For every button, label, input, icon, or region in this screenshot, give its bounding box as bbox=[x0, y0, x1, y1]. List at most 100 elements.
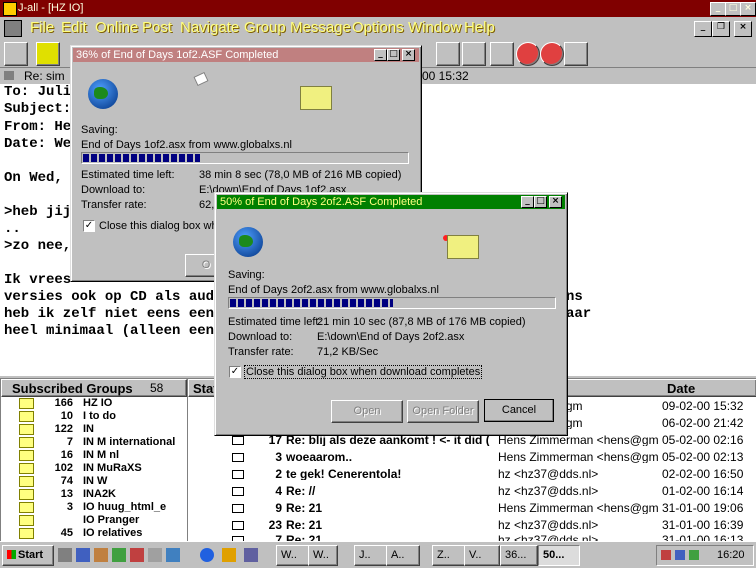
paper-icon bbox=[193, 71, 209, 87]
system-tray: 16:20 bbox=[656, 545, 754, 566]
message-row[interactable]: 9 Re: 21 Hens Zimmerman <hens@gm 31-01-00 1… bbox=[188, 501, 756, 514]
dialog-2-close-checkbox-label: Close this dialog box when download comp… bbox=[244, 365, 483, 379]
tower-icon[interactable] bbox=[564, 42, 588, 66]
quicklaunch-icon[interactable] bbox=[244, 548, 258, 562]
tools-icon[interactable] bbox=[4, 42, 28, 66]
dialog-1-minimize-button[interactable]: _ bbox=[374, 49, 387, 61]
start-button[interactable]: Start bbox=[2, 545, 54, 566]
dialog-1-file: End of Days 1of2.asx from www.globalxs.n… bbox=[81, 139, 292, 151]
task-button[interactable]: J.. bbox=[354, 545, 388, 566]
dialog-1-maximize-button[interactable]: □ bbox=[387, 49, 400, 61]
quicklaunch-icon[interactable] bbox=[112, 548, 126, 562]
dialog-1-close-checkbox-label: Close this dialog box when bbox=[99, 220, 230, 232]
menu-help[interactable]: Help bbox=[464, 19, 495, 36]
group-item[interactable]: 102 IN MuRaXS bbox=[1, 462, 185, 474]
message-line: versies ook op CD als aud bbox=[4, 289, 215, 305]
menu-group[interactable]: Group bbox=[244, 19, 286, 36]
dialog-2-rate-label: Transfer rate: bbox=[228, 346, 294, 358]
mdi-close-button[interactable]: × bbox=[734, 21, 752, 37]
group-item[interactable]: 13 INA2K bbox=[1, 488, 185, 500]
stop-icon[interactable] bbox=[516, 42, 540, 66]
message-row[interactable]: 4 Re: //hz <hz37@dds.nl> 01-02-00 16:14 bbox=[188, 484, 756, 497]
dialog-1-close-button[interactable]: × bbox=[402, 49, 415, 61]
task-button[interactable]: W.. bbox=[308, 545, 338, 566]
dialog-2-maximize-button[interactable]: □ bbox=[534, 196, 547, 208]
task-button[interactable]: 36... bbox=[500, 545, 538, 566]
dialog-2-close-checkbox[interactable]: ✓ bbox=[229, 366, 241, 378]
message-row[interactable]: 3 woeaarom.. Hens Zimmerman <hens@gm 05-02-… bbox=[188, 450, 756, 463]
task-button[interactable]: V.. bbox=[464, 545, 500, 566]
dialog-1-title-bar[interactable]: 36% of End of Days 1of2.ASF Completed bbox=[73, 48, 419, 62]
clock[interactable]: 16:20 bbox=[717, 546, 745, 565]
filter-icon[interactable] bbox=[36, 42, 60, 66]
folder-icon bbox=[19, 528, 34, 539]
globe-icon bbox=[233, 227, 263, 257]
task-button-active[interactable]: 50... bbox=[538, 545, 580, 566]
task-button[interactable]: A.. bbox=[386, 545, 420, 566]
toolbar-button[interactable] bbox=[462, 42, 486, 66]
globe-icon bbox=[88, 79, 118, 109]
group-item[interactable]: 16 IN M nl bbox=[1, 449, 185, 461]
toolbar-button[interactable] bbox=[490, 42, 514, 66]
message-line-tail: aar bbox=[566, 306, 592, 322]
tray-icon[interactable] bbox=[661, 550, 671, 560]
app-title-bar[interactable]: J-all - [HZ IO] _ □ × bbox=[0, 0, 756, 17]
quicklaunch-icon[interactable] bbox=[148, 548, 162, 562]
folder-icon bbox=[19, 515, 34, 526]
dialog-2-open-button[interactable]: Open bbox=[331, 400, 403, 423]
dialog-2-cancel-button[interactable]: Cancel bbox=[484, 399, 554, 422]
group-item[interactable]: 7 IN M international bbox=[1, 436, 185, 448]
menu-post[interactable]: Post bbox=[142, 19, 172, 36]
stop-icon[interactable] bbox=[540, 42, 564, 66]
menu-navigate[interactable]: Navigate bbox=[180, 19, 239, 36]
tray-icon[interactable] bbox=[689, 550, 699, 560]
quicklaunch-icon[interactable] bbox=[222, 548, 236, 562]
message-line: Ik vrees bbox=[4, 272, 72, 288]
quicklaunch-icon[interactable] bbox=[166, 548, 180, 562]
menu-message[interactable]: Message bbox=[290, 19, 351, 36]
menu-options[interactable]: Options bbox=[352, 19, 404, 36]
menu-file[interactable]: File bbox=[30, 19, 54, 36]
message-title-right: 00 15:32 bbox=[422, 69, 469, 83]
toolbar-button[interactable] bbox=[436, 42, 460, 66]
quicklaunch-icon[interactable] bbox=[94, 548, 108, 562]
group-item[interactable]: 10 I to do bbox=[1, 410, 185, 422]
minimize-button[interactable]: _ bbox=[710, 2, 726, 16]
dialog-2-title-bar[interactable]: 50% of End of Days 2of2.ASF Completed bbox=[217, 195, 565, 209]
message-row[interactable]: 23 Re: 21 hz <hz37@dds.nl> 31-01-00 16:39 bbox=[188, 518, 756, 531]
menu-online[interactable]: Online bbox=[95, 19, 138, 36]
group-item[interactable]: 3 IO huug_html_e bbox=[1, 501, 185, 513]
mdi-restore-button[interactable]: ❐ bbox=[712, 21, 730, 37]
task-button[interactable]: Z.. bbox=[432, 545, 466, 566]
menu-window[interactable]: Window bbox=[408, 19, 461, 36]
group-item[interactable]: IO Pranger bbox=[1, 514, 185, 526]
ie-icon[interactable] bbox=[200, 548, 214, 562]
group-item[interactable]: 74 IN W bbox=[1, 475, 185, 487]
app-icon bbox=[3, 2, 17, 16]
task-button[interactable]: W.. bbox=[276, 545, 310, 566]
dialog-2-open-folder-button[interactable]: Open Folder bbox=[407, 400, 479, 423]
menu-edit[interactable]: Edit bbox=[61, 19, 87, 36]
groups-header[interactable]: Subscribed Groups 58 bbox=[1, 379, 187, 397]
dialog-2-minimize-button[interactable]: _ bbox=[521, 196, 534, 208]
dialog-2-title: 50% of End of Days 2of2.ASF Completed bbox=[220, 196, 423, 208]
quicklaunch-icon[interactable] bbox=[130, 548, 144, 562]
envelope-icon bbox=[232, 487, 244, 496]
group-item[interactable]: 45 IO relatives bbox=[1, 527, 185, 539]
column-date[interactable]: Date bbox=[667, 381, 695, 396]
group-item[interactable]: 122 IN bbox=[1, 423, 185, 435]
quicklaunch-icon[interactable] bbox=[58, 548, 72, 562]
tray-icon[interactable] bbox=[675, 550, 685, 560]
quicklaunch-icon[interactable] bbox=[76, 548, 90, 562]
dialog-2-download-label: Download to: bbox=[228, 331, 293, 343]
message-row[interactable]: 2 te gek! Cenerentola! hz <hz37@dds.nl> 02-… bbox=[188, 467, 756, 480]
close-button[interactable]: × bbox=[740, 2, 756, 16]
envelope-icon bbox=[232, 521, 244, 530]
maximize-button[interactable]: □ bbox=[725, 2, 741, 16]
group-item[interactable]: 166 HZ IO bbox=[1, 397, 185, 409]
mdi-minimize-button[interactable]: _ bbox=[694, 21, 712, 37]
folder-icon bbox=[19, 398, 34, 409]
dialog-1-close-checkbox[interactable]: ✓ bbox=[83, 220, 95, 232]
dialog-2-rate-value: 71,2 KB/Sec bbox=[317, 346, 379, 358]
dialog-2-close-button[interactable]: × bbox=[549, 196, 562, 208]
